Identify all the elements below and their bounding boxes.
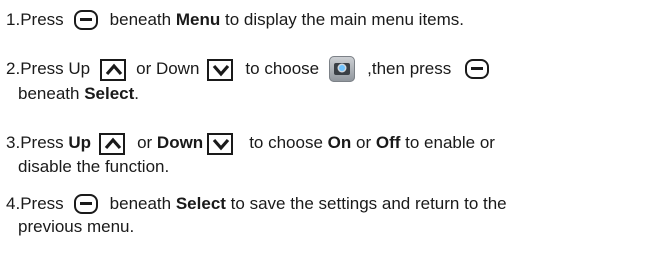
step-2-line-2: beneath Select. [6,82,639,105]
step-number: 3. [6,133,21,152]
step-text: or [356,133,372,152]
step-text: to choose [249,133,323,152]
step-4-line-2: previous menu. [6,215,639,238]
softkey-minus-icon [73,10,98,30]
step-text: Press [20,133,64,152]
step-text: Press [20,194,64,213]
step-text: ,then press [367,59,452,78]
step-text: disable the function. [18,157,170,176]
select-label: Select [84,84,135,103]
down-label: Down [156,133,204,152]
up-arrow-key-icon [100,59,127,81]
step-1: 1.Press beneath Menu to display the main … [6,8,639,31]
step-2: 2.Press Up or Down to choose ,then press be… [6,56,639,105]
step-text: beneath [18,84,80,103]
step-text: Press [20,10,64,29]
up-arrow-key-icon [99,133,126,155]
softkey-minus-icon [465,59,490,79]
on-label: On [327,133,352,152]
up-label: Up [68,133,92,152]
down-arrow-key-icon [207,59,234,81]
step-3-line-1: 3.Press Up or Down to choose On or Off to … [6,131,639,155]
step-text: or [137,133,153,152]
down-arrow-key-icon [207,133,234,155]
off-label: Off [375,133,401,152]
step-2-line-1: 2.Press Up or Down to choose ,then press [6,56,639,82]
softkey-minus-icon [73,194,98,214]
step-text: beneath [109,194,172,213]
step-4: 4.Press beneath Select to save the settin… [6,192,639,238]
step-text: . [134,84,140,103]
select-label: Select [175,194,226,213]
step-number: 1. [6,10,21,29]
step-text: previous menu. [18,217,135,236]
step-text: to choose [245,59,320,78]
step-3: 3.Press Up or Down to choose On or Off to … [6,131,639,178]
step-3-line-2: disable the function. [6,155,639,178]
step-text: or Down [136,59,200,78]
step-1-line-1: 1.Press beneath Menu to display the main … [6,8,639,31]
step-text: to save the settings and return to the [230,194,507,213]
step-text: beneath [109,10,172,29]
step-4-line-1: 4.Press beneath Select to save the settin… [6,192,639,215]
step-number: 2. [6,59,21,78]
step-text: Press Up [20,59,91,78]
step-text: to display the main menu items. [224,10,465,29]
camera-app-icon [329,56,356,82]
step-text: to enable or [405,133,495,152]
menu-label: Menu [175,10,221,29]
step-number: 4. [6,194,21,213]
